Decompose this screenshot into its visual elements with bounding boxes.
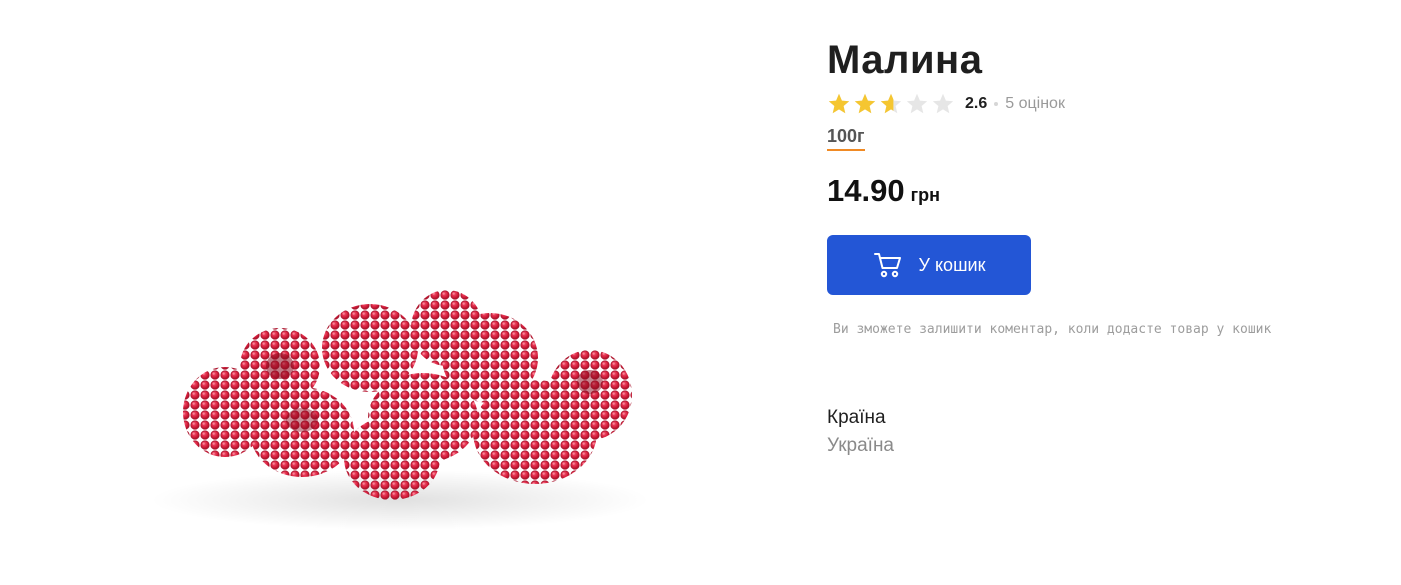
star-icon (854, 93, 876, 114)
price-value: 14.90 (827, 173, 905, 208)
star-icon (880, 93, 902, 114)
star-icon (932, 93, 954, 114)
product-title: Малина (827, 38, 983, 82)
product-image (140, 270, 660, 540)
weight-option-tab[interactable]: 100г (827, 126, 865, 151)
star-icon (828, 93, 850, 114)
raspberries-image (150, 290, 650, 530)
price-currency: грн (910, 185, 940, 205)
attribute-label: Країна (827, 407, 886, 428)
star-icon (906, 93, 928, 114)
ratings-count-link[interactable]: 5 оцінок (1005, 95, 1065, 113)
price: 14.90 грн (827, 173, 1387, 209)
add-to-cart-label: У кошик (918, 254, 986, 275)
rating-stars (827, 92, 955, 116)
attribute-value: Україна (827, 435, 895, 456)
rating-value: 2.6 (965, 95, 988, 112)
separator-dot (994, 102, 999, 106)
rating: 2.6 5 оцінок (827, 90, 1387, 118)
product-info: Малина 2.6 5 оцінок 100г 14.90 грн У кош… (827, 36, 1387, 457)
attribute-country: Країна Україна (827, 407, 1387, 457)
comment-hint: Ви зможете залишити коментар, коли додас… (833, 322, 1272, 337)
add-to-cart-button[interactable]: У кошик (827, 235, 1031, 295)
cart-icon (873, 250, 903, 280)
